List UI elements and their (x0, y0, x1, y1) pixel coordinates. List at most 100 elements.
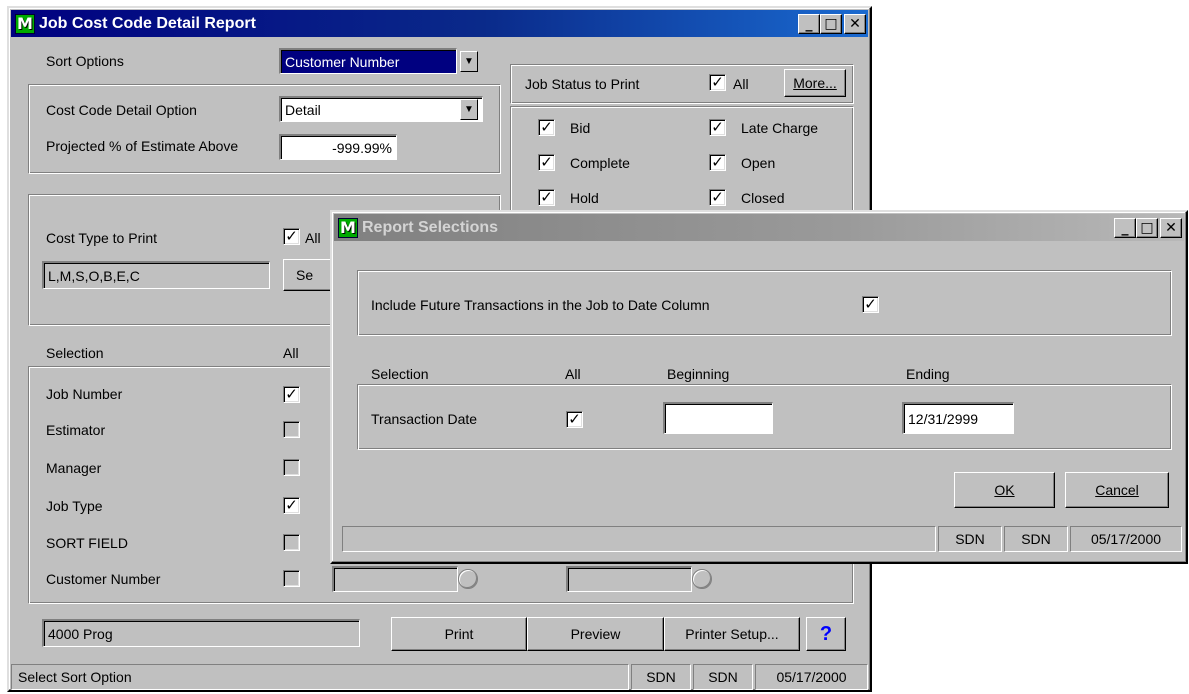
window-title: Job Cost Code Detail Report (39, 14, 256, 32)
job-status-all-checkbox[interactable]: ✓ (709, 74, 726, 91)
customer-number-beginning-input[interactable] (332, 566, 458, 592)
printer-setup-label: Printer Setup... (685, 626, 779, 642)
ending-header: Ending (906, 366, 950, 382)
close-icon[interactable]: ✕ (1160, 218, 1182, 238)
report-selections-dialog: M Report Selections _ □ ✕ Include Future… (330, 210, 1188, 564)
dialog-status-user2-text: SDN (1021, 531, 1051, 547)
status-hold-checkbox[interactable]: ✓ (538, 189, 555, 206)
maximize-icon[interactable]: □ (1136, 218, 1158, 238)
main-status-message: Select Sort Option (11, 664, 629, 690)
ok-label: OK (994, 482, 1015, 498)
print-button[interactable]: Print (391, 617, 527, 651)
cost-type-all-checkbox[interactable]: ✓ (283, 228, 300, 245)
more-button[interactable]: More... (784, 69, 846, 97)
checkmark-icon: ✓ (285, 385, 298, 403)
dialog-status-date: 05/17/2000 (1070, 526, 1182, 552)
customer-number-all-checkbox[interactable] (283, 570, 300, 587)
job-type-all-checkbox[interactable]: ✓ (283, 497, 300, 514)
sort-field-all-checkbox[interactable] (283, 534, 300, 551)
main-status-user1: SDN (631, 664, 691, 690)
help-icon[interactable]: ? (806, 617, 846, 651)
cost-type-value: L,M,S,O,B,E,C (48, 267, 140, 284)
selection-row-label: Manager (46, 460, 102, 476)
print-label: Print (444, 626, 474, 642)
sort-options-label: Sort Options (46, 53, 124, 69)
checkmark-icon: ✓ (711, 73, 724, 91)
selection-row-label: Job Type (46, 498, 103, 514)
dialog-status-date-text: 05/17/2000 (1090, 531, 1162, 547)
checkmark-icon: ✓ (711, 188, 724, 206)
main-status-date: 05/17/2000 (755, 664, 868, 690)
include-future-checkbox[interactable]: ✓ (862, 296, 879, 313)
checkmark-icon: ✓ (864, 295, 877, 313)
cost-type-label: Cost Type to Print (46, 230, 158, 246)
checkmark-icon: ✓ (540, 118, 553, 136)
company-value: 4000 Prog (48, 625, 113, 642)
status-text: Select Sort Option (18, 669, 132, 685)
customer-number-ending-input[interactable] (566, 566, 692, 592)
beginning-header: Beginning (667, 366, 730, 382)
status-user1-text: SDN (646, 669, 676, 685)
help-glyph: ? (819, 622, 833, 645)
sort-options-value: Customer Number (285, 53, 400, 70)
job-number-all-checkbox[interactable]: ✓ (283, 386, 300, 403)
dialog-selection-header: Selection (371, 366, 429, 382)
manager-all-checkbox[interactable] (283, 459, 300, 476)
status-late-charge-checkbox[interactable]: ✓ (709, 119, 726, 136)
cost-code-detail-value: Detail (285, 101, 321, 118)
status-complete-checkbox[interactable]: ✓ (538, 154, 555, 171)
dialog-title-bar[interactable]: M Report Selections _ □ ✕ (334, 214, 1184, 241)
checkmark-icon: ✓ (285, 227, 298, 245)
selection-header: Selection (46, 345, 104, 361)
projected-input[interactable]: -999.99% (279, 134, 397, 160)
cost-type-select-label: Se (296, 267, 314, 283)
maximize-icon[interactable]: □ (820, 14, 842, 34)
status-bid-checkbox[interactable]: ✓ (538, 119, 555, 136)
dialog-title: Report Selections (362, 218, 499, 236)
projected-label: Projected % of Estimate Above (46, 138, 239, 154)
include-future-label: Include Future Transactions in the Job t… (371, 297, 710, 313)
chevron-down-icon[interactable]: ▼ (460, 51, 478, 72)
chevron-down-icon[interactable]: ▼ (460, 99, 478, 120)
minimize-icon[interactable]: _ (1114, 218, 1136, 238)
checkmark-icon: ✓ (540, 153, 553, 171)
minimize-icon[interactable]: _ (798, 14, 820, 34)
cost-code-detail-select[interactable]: Detail (279, 96, 483, 122)
cost-type-all-label: All (305, 230, 321, 246)
main-title-bar[interactable]: M Job Cost Code Detail Report _ □ ✕ (11, 10, 868, 37)
status-late-charge-label: Late Charge (741, 120, 819, 136)
status-date-text: 05/17/2000 (776, 669, 847, 685)
ending-date-value: 12/31/2999 (908, 410, 979, 427)
preview-label: Preview (570, 626, 621, 642)
status-closed-checkbox[interactable]: ✓ (709, 189, 726, 206)
app-logo-icon: M (338, 217, 358, 238)
cost-code-detail-label: Cost Code Detail Option (46, 102, 197, 118)
cancel-button[interactable]: Cancel (1065, 472, 1169, 508)
status-hold-label: Hold (570, 190, 599, 206)
lookup-icon[interactable] (458, 569, 478, 589)
transaction-date-all-checkbox[interactable]: ✓ (566, 411, 583, 428)
app-logo-icon: M (15, 13, 35, 34)
sort-options-select[interactable]: Customer Number (279, 48, 457, 74)
status-open-checkbox[interactable]: ✓ (709, 154, 726, 171)
ending-date-input[interactable]: 12/31/2999 (902, 402, 1014, 434)
beginning-date-input[interactable] (663, 402, 773, 434)
estimator-all-checkbox[interactable] (283, 421, 300, 438)
status-closed-label: Closed (741, 190, 785, 206)
ok-button[interactable]: OK (954, 472, 1055, 508)
status-complete-label: Complete (570, 155, 630, 171)
preview-button[interactable]: Preview (527, 617, 664, 651)
status-open-label: Open (741, 155, 776, 171)
selection-row-label: Customer Number (46, 571, 161, 587)
company-field: 4000 Prog (42, 619, 360, 647)
printer-setup-button[interactable]: Printer Setup... (664, 617, 800, 651)
more-button-label: More... (793, 75, 837, 91)
lookup-icon[interactable] (692, 569, 712, 589)
selection-row-label: SORT FIELD (46, 535, 128, 551)
selection-row-label: Job Number (46, 386, 123, 402)
selection-row-label: Estimator (46, 422, 106, 438)
projected-value: -999.99% (332, 139, 392, 156)
close-icon[interactable]: ✕ (844, 14, 866, 34)
status-bid-label: Bid (570, 120, 591, 136)
checkmark-icon: ✓ (285, 496, 298, 514)
